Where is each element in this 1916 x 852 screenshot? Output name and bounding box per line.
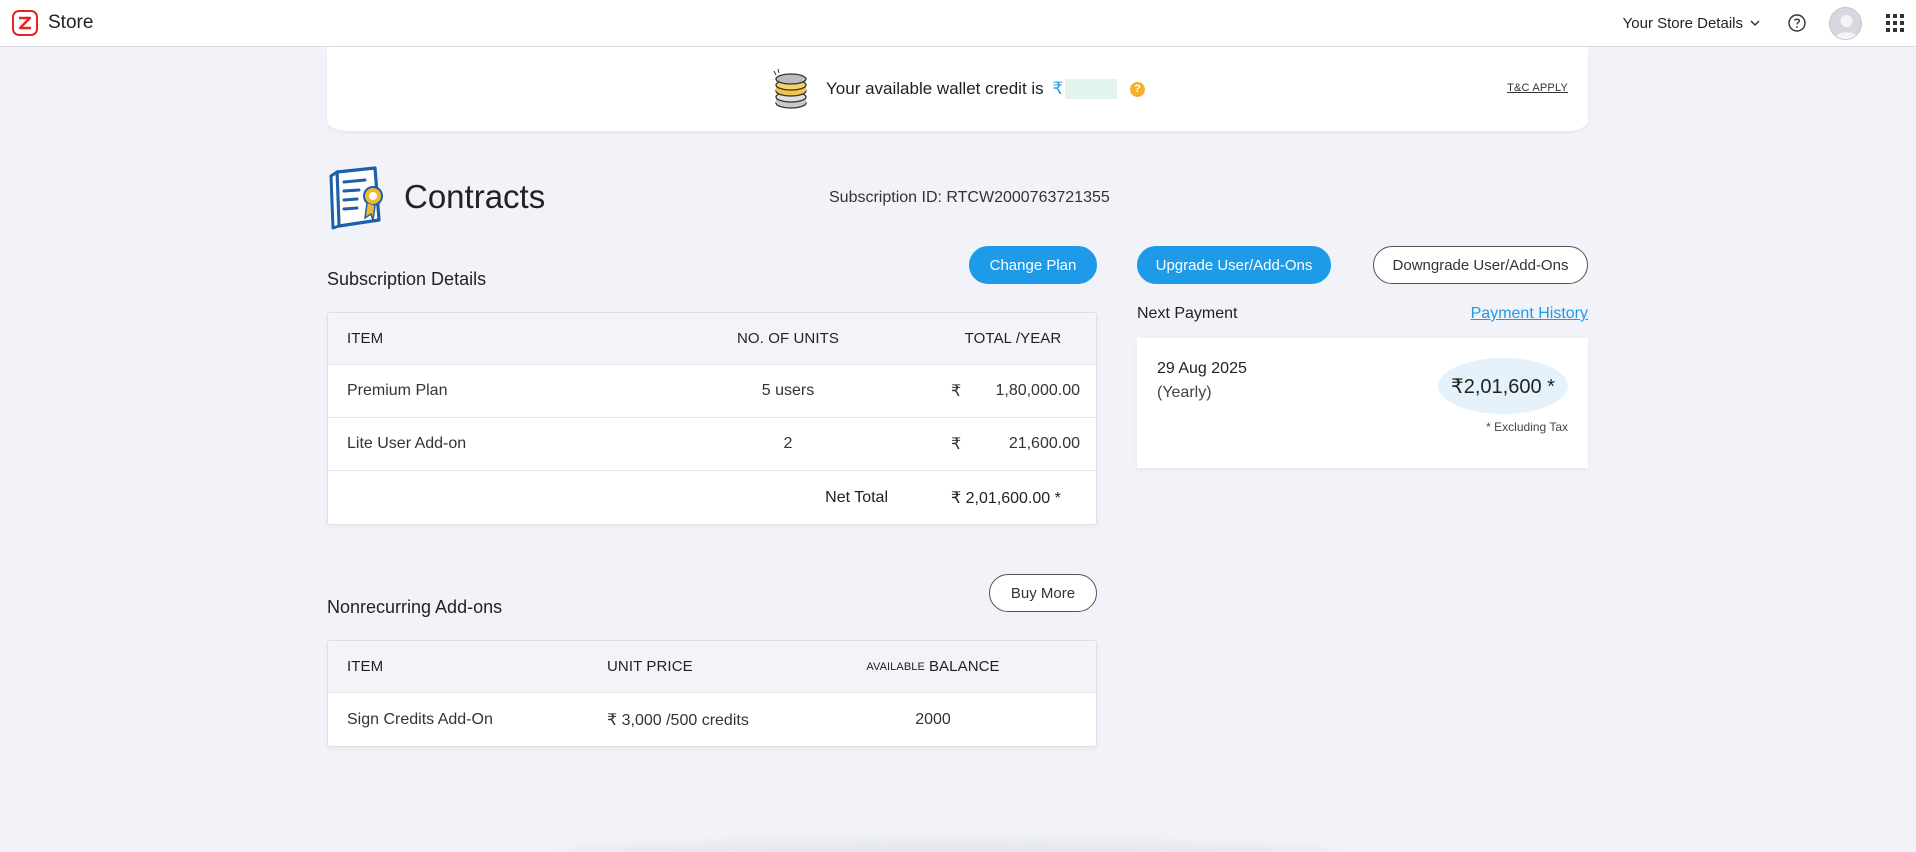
- header-item: ITEM: [347, 658, 384, 675]
- next-payment-card: 29 Aug 2025 (Yearly) ₹2,01,600 * * Exclu…: [1137, 338, 1588, 468]
- net-total-row: Net Total ₹ 2,01,600.00 *: [328, 471, 1096, 524]
- downgrade-button[interactable]: Downgrade User/Add-Ons: [1373, 246, 1588, 284]
- row-balance: 2000: [915, 710, 951, 728]
- subscription-table: ITEM NO. OF UNITS TOTAL /YEAR Premium Pl…: [327, 312, 1097, 525]
- row-item: Premium Plan: [347, 382, 448, 399]
- row-total: 1,80,000.00: [995, 382, 1080, 399]
- header-item: ITEM: [347, 330, 384, 347]
- net-total-label: Net Total: [825, 488, 888, 506]
- bottom-shadow: [560, 842, 1340, 852]
- wallet-currency: ₹: [1052, 78, 1064, 98]
- tnc-link[interactable]: T&C APPLY: [1507, 82, 1568, 94]
- billing-cycle: (Yearly): [1157, 384, 1212, 401]
- subscription-id: Subscription ID: RTCW2000763721355: [829, 189, 1110, 206]
- change-plan-button[interactable]: Change Plan: [969, 246, 1097, 284]
- header-unit-price: UNIT PRICE: [607, 658, 693, 675]
- top-bar: Store Your Store Details: [0, 0, 1916, 47]
- table-row: Lite User Add-on 2 ₹ 21,600.00: [328, 418, 1096, 471]
- brand[interactable]: Store: [12, 10, 93, 36]
- row-unit-price: ₹ 3,000 /500 credits: [607, 711, 749, 729]
- wallet-amount-masked: [1065, 79, 1118, 100]
- nonrecurring-table: ITEM UNIT PRICE AVAILABLE BALANCE Sign C…: [327, 640, 1097, 747]
- upgrade-button[interactable]: Upgrade User/Add-Ons: [1137, 246, 1331, 284]
- payment-history-link[interactable]: Payment History: [1471, 305, 1588, 323]
- wallet-help-icon[interactable]: ?: [1129, 81, 1145, 97]
- avatar[interactable]: [1829, 6, 1862, 40]
- page-title: Contracts: [404, 178, 546, 215]
- wallet-banner: Your available wallet credit is ₹ ? T&C …: [327, 47, 1588, 131]
- row-total: 21,600.00: [1008, 435, 1080, 452]
- row-item: Lite User Add-on: [347, 435, 467, 452]
- table-header-row: ITEM UNIT PRICE AVAILABLE BALANCE: [328, 641, 1096, 693]
- header-total: TOTAL /YEAR: [964, 330, 1062, 347]
- buy-more-button[interactable]: Buy More: [989, 574, 1097, 612]
- row-currency: ₹: [951, 383, 962, 400]
- chevron-down-icon: [1750, 20, 1760, 27]
- nonrecurring-title: Nonrecurring Add-ons: [327, 597, 503, 617]
- wallet-credit-label: Your available wallet credit is: [826, 78, 1044, 98]
- user-icon: [1835, 14, 1858, 39]
- next-payment-label: Next Payment: [1137, 305, 1238, 322]
- store-details-dropdown[interactable]: Your Store Details: [1623, 15, 1761, 32]
- next-payment-amount: ₹2,01,600 *: [1438, 358, 1568, 414]
- help-icon[interactable]: [1787, 13, 1807, 33]
- row-currency: ₹: [951, 436, 962, 453]
- apps-grid-icon[interactable]: [1886, 14, 1904, 32]
- row-item: Sign Credits Add-On: [347, 710, 493, 728]
- header-available: AVAILABLE: [866, 660, 925, 673]
- row-units: 5 users: [761, 382, 815, 399]
- row-units: 2: [783, 435, 793, 452]
- store-details-label: Your Store Details: [1622, 14, 1743, 32]
- tax-note: * Excluding Tax: [1486, 420, 1568, 434]
- contract-certificate-icon: [329, 166, 383, 230]
- net-total-value: ₹ 2,01,600.00 *: [951, 489, 1061, 507]
- app-name: Store: [48, 12, 94, 33]
- header-available-balance: AVAILABLE BALANCE: [866, 641, 1000, 692]
- table-row: Sign Credits Add-On ₹ 3,000 /500 credits…: [328, 693, 1096, 746]
- wallet-credit-text: Your available wallet credit is ₹ ?: [826, 79, 1145, 100]
- table-header-row: ITEM NO. OF UNITS TOTAL /YEAR: [328, 313, 1096, 365]
- header-units: NO. OF UNITS: [736, 330, 840, 347]
- header-balance: BALANCE: [928, 658, 1000, 675]
- zoho-logo-icon: [12, 10, 38, 36]
- subscription-details-title: Subscription Details: [327, 269, 487, 289]
- table-row: Premium Plan 5 users ₹ 1,80,000.00: [328, 365, 1096, 418]
- coins-icon: [773, 68, 807, 109]
- next-payment-date: 29 Aug 2025: [1157, 360, 1247, 377]
